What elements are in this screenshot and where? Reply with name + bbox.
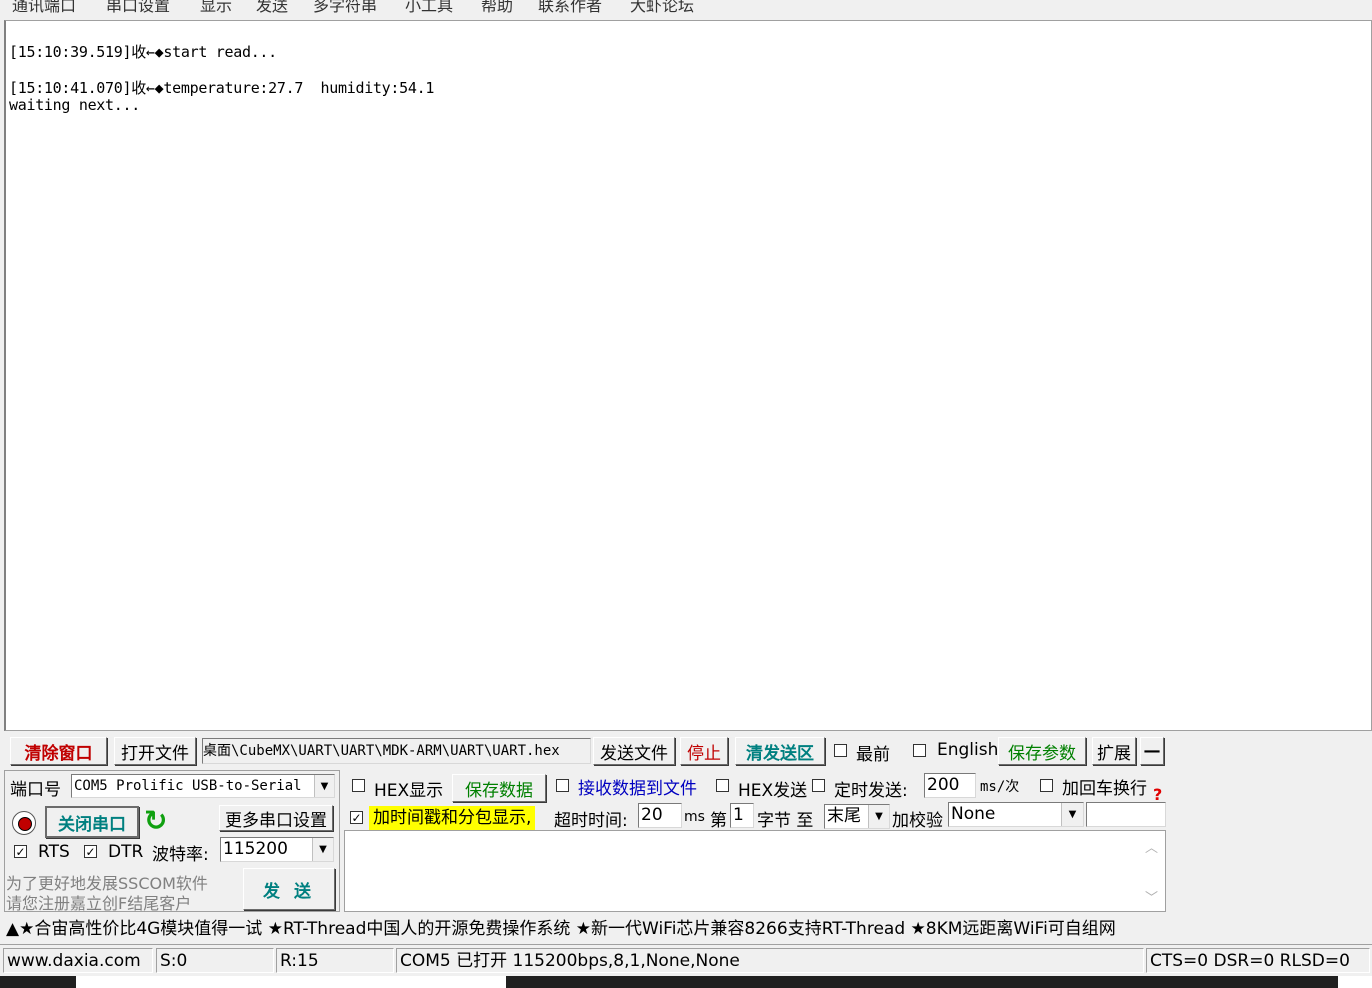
menu-tools[interactable]: 小工具 [405,0,453,16]
status-port: COM5 已打开 115200bps,8,1,None,None [396,948,1144,973]
dtr-checkbox[interactable]: ✓ [84,845,97,858]
recv-to-file-checkbox[interactable] [556,779,569,792]
menu-contact[interactable]: 联系作者 [538,0,602,16]
open-file-button[interactable]: 打开文件 [114,737,196,765]
menu-multi-string[interactable]: 多字符串 [313,0,377,16]
checksum-dropdown-icon[interactable]: ▼ [1061,803,1083,826]
send-scrollbar[interactable]: ︿ ﹀ [1140,831,1164,911]
menu-send[interactable]: 发送 [256,0,288,16]
port-select-value: COM5 Prolific USB-to-Serial [74,778,302,794]
add-crlf-checkbox[interactable] [1040,779,1053,792]
send-input[interactable] [344,830,1166,912]
status-site[interactable]: www.daxia.com [3,948,153,973]
baud-label: 波特率: [152,845,209,865]
expand-button[interactable]: 扩展 [1092,737,1136,765]
english-label: English [937,740,999,760]
rts-label: RTS [38,842,70,862]
hex-send-label: HEX发送 [738,781,808,801]
english-checkbox[interactable] [913,744,926,757]
taskbar-window [76,976,506,988]
port-dropdown-icon[interactable]: ▼ [314,775,334,797]
menu-serial-settings[interactable]: 串口设置 [106,0,170,16]
topmost-label: 最前 [856,745,890,765]
receive-line: [15:10:39.519]收←◆start read... [9,43,277,61]
timeout-input[interactable]: 20 [638,803,682,828]
byte-suffix-label: 字节 至 [757,811,814,831]
hex-display-checkbox[interactable] [352,779,365,792]
checksum-result-field [1086,802,1166,827]
port-label: 端口号 [10,780,61,800]
baud-dropdown-icon[interactable]: ▼ [312,838,333,861]
receive-line: waiting next... [9,96,140,114]
close-port-button[interactable]: 关闭串口 [45,806,139,838]
clear-send-button[interactable]: 清发送区 [735,737,825,765]
status-lines: CTS=0 DSR=0 RLSD=0 [1146,948,1370,973]
save-data-button[interactable]: 保存数据 [452,774,546,802]
timestamp-label: 加时间戳和分包显示, [369,806,536,830]
promo-line-2: 请您注册嘉立创F结尾客户 [6,894,192,913]
file-path-field[interactable]: 桌面\CubeMX\UART\UART\MDK-ARM\UART\UART.he… [202,738,591,764]
timed-send-checkbox[interactable] [812,779,825,792]
menu-bar: 通讯端口 串口设置 显示 发送 多字符串 小工具 帮助 联系作者 大虾论坛 [0,0,1372,20]
send-button[interactable]: 发 送 [243,868,335,910]
stop-button[interactable]: 停止 [680,737,728,765]
timeout-label: 超时时间: [554,811,628,831]
add-crlf-label: 加回车换行 [1062,779,1147,799]
receive-line: [15:10:41.070]收←◆temperature:27.7 humidi… [9,79,435,97]
port-select[interactable]: COM5 Prolific USB-to-Serial [71,774,335,798]
menu-help[interactable]: 帮助 [481,0,513,16]
collapse-button[interactable]: — [1140,737,1164,765]
end-dropdown-icon[interactable]: ▼ [868,805,889,828]
clear-window-button[interactable]: 清除窗口 [10,737,107,765]
timed-send-label: 定时发送: [834,781,908,801]
hex-display-label: HEX显示 [374,781,444,801]
hex-send-checkbox[interactable] [716,779,729,792]
menu-forum[interactable]: 大虾论坛 [630,0,694,16]
receive-area[interactable]: [15:10:39.519]收←◆start read... [15:10:41… [4,20,1372,731]
dtr-label: DTR [108,842,144,862]
timed-unit-label: ms/次 [980,779,1020,795]
send-file-button[interactable]: 发送文件 [593,737,675,765]
timed-interval-input[interactable]: 200 [924,773,976,798]
checksum-label: 加校验 [892,811,943,831]
checksum-select-value: None [951,804,996,824]
taskbar-tray [1338,976,1372,988]
recv-to-file-label: 接收数据到文件 [578,779,697,799]
more-settings-button[interactable]: 更多串口设置 [219,805,333,831]
scroll-up-icon[interactable]: ︿ [1145,837,1158,856]
baud-select-value: 115200 [223,839,288,859]
taskbar [0,976,1372,988]
byte-start-input[interactable]: 1 [730,803,754,828]
menu-display[interactable]: 显示 [200,0,232,16]
menu-comm-port[interactable]: 通讯端口 [12,0,76,16]
end-select-value: 末尾 [827,806,861,826]
timestamp-checkbox[interactable]: ✓ [350,811,363,824]
scroll-down-icon[interactable]: ﹀ [1145,887,1158,906]
rts-checkbox[interactable]: ✓ [14,845,27,858]
byte-prefix-label: 第 [710,811,727,831]
status-sent-count: S:0 [156,948,274,973]
status-received-count: R:15 [276,948,394,973]
record-icon[interactable] [12,811,36,835]
ad-ticker[interactable]: ▲★合宙高性价比4G模块值得一试 ★RT-Thread中国人的开源免费操作系统 … [6,917,1166,941]
topmost-checkbox[interactable] [834,744,847,757]
timeout-unit-label: ms [684,809,705,825]
refresh-icon[interactable]: ↻ [144,805,174,837]
save-params-button[interactable]: 保存参数 [998,737,1086,765]
